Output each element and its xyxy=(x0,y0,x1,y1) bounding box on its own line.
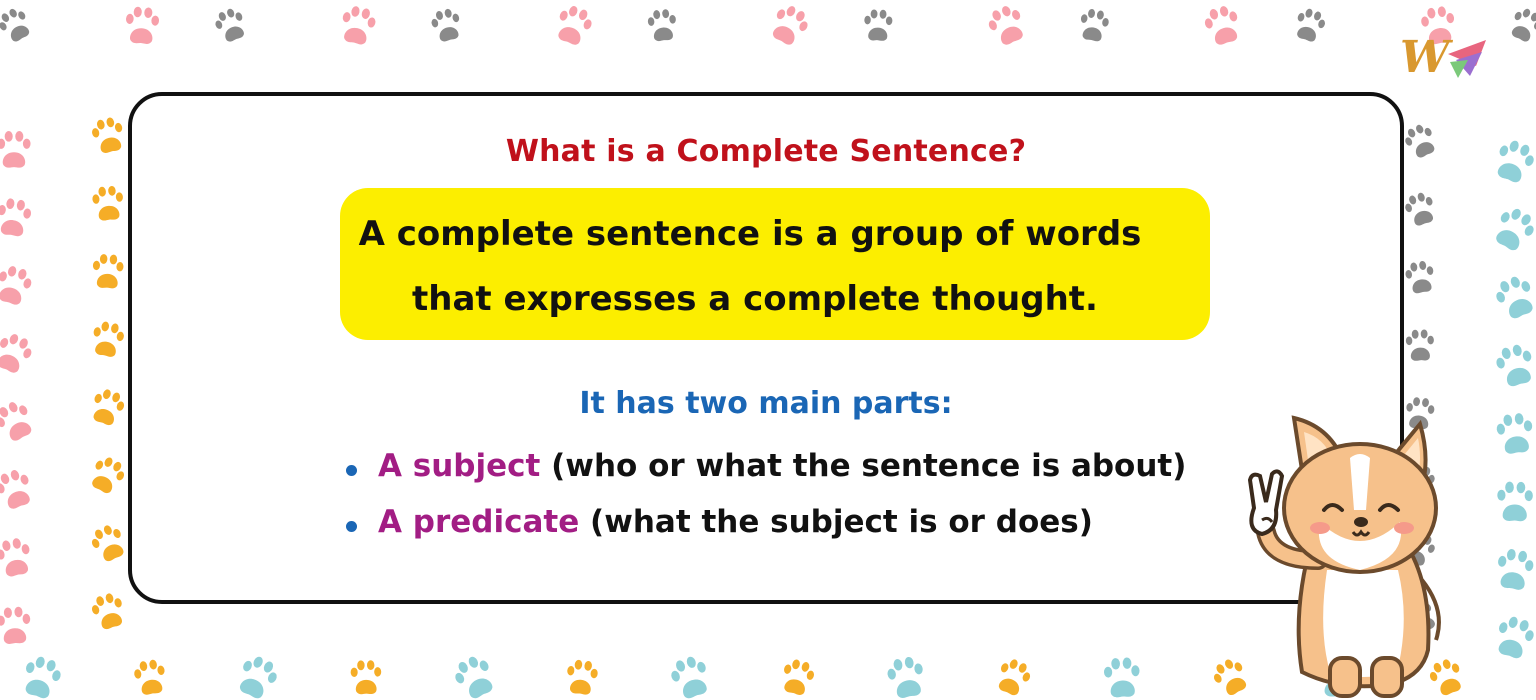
brand-logo: W xyxy=(1396,30,1494,88)
paw-print-icon xyxy=(342,6,376,45)
definition-line-2: that expresses a complete thought. xyxy=(412,279,1098,319)
paw-print-icon xyxy=(92,457,125,494)
paw-print-icon xyxy=(1496,276,1533,319)
page-title: What is a Complete Sentence? xyxy=(505,134,1027,169)
paw-print-icon xyxy=(0,266,32,305)
paw-print-icon xyxy=(91,593,122,630)
paw-print-icon xyxy=(998,659,1031,696)
logo-flag-icon xyxy=(1448,40,1486,78)
paw-print-icon xyxy=(0,8,30,42)
paw-print-icon xyxy=(0,470,30,509)
paw-print-icon xyxy=(0,198,32,237)
parts-list: A subject (who or what the sentence is a… xyxy=(346,448,1186,560)
paw-print-icon xyxy=(93,321,124,357)
corgi-mascot-icon xyxy=(1247,415,1441,698)
paw-print-icon xyxy=(1497,481,1533,522)
paw-print-icon xyxy=(92,185,123,221)
paw-print-icon xyxy=(0,606,31,644)
parts-heading: It has two main parts: xyxy=(579,386,953,421)
paw-print-icon xyxy=(1496,413,1533,454)
paw-print-icon xyxy=(1532,654,1536,700)
paw-print-icon xyxy=(1511,8,1536,42)
paw-print-icon xyxy=(1080,8,1109,42)
definition-line-1: A complete sentence is a group of words xyxy=(358,214,1142,254)
list-item: A predicate (what the subject is or does… xyxy=(346,504,1186,560)
paw-print-icon xyxy=(772,6,808,45)
bullet-icon xyxy=(346,521,357,532)
paw-print-icon xyxy=(1497,140,1534,183)
paw-print-icon xyxy=(1204,6,1238,45)
paw-print-icon xyxy=(1405,260,1434,294)
paw-print-icon xyxy=(558,6,592,45)
list-item: A subject (who or what the sentence is a… xyxy=(346,448,1186,504)
paw-print-icon xyxy=(126,6,160,44)
paw-print-icon xyxy=(1297,8,1325,42)
paw-print-icon xyxy=(784,659,814,696)
paw-print-icon xyxy=(239,656,277,699)
paw-print-icon xyxy=(1103,657,1140,698)
paw-print-icon xyxy=(134,659,165,695)
paw-print-icon xyxy=(431,8,460,42)
paw-print-icon xyxy=(1405,124,1435,158)
paw-print-icon xyxy=(887,656,923,698)
paw-print-icon xyxy=(671,656,707,699)
paw-print-icon xyxy=(567,659,598,695)
definition-highlight-box: A complete sentence is a group of words … xyxy=(340,188,1210,340)
paw-print-icon xyxy=(455,656,493,699)
paw-print-icon xyxy=(1496,344,1532,387)
part-term: A subject xyxy=(378,448,541,484)
part-description: (what the subject is or does) xyxy=(590,504,1093,540)
paw-print-icon xyxy=(0,334,32,373)
paw-print-icon xyxy=(1405,329,1434,361)
paw-print-icon xyxy=(91,525,124,562)
paw-print-icon xyxy=(1405,192,1434,226)
bullet-icon xyxy=(346,465,357,476)
paw-print-icon xyxy=(1498,616,1534,659)
paw-print-icon xyxy=(92,254,124,289)
paw-print-icon xyxy=(350,660,382,695)
paw-print-icon xyxy=(25,656,61,699)
paw-print-icon xyxy=(1496,208,1534,251)
paw-print-icon xyxy=(988,6,1023,45)
part-term: A predicate xyxy=(378,504,580,540)
paw-print-icon xyxy=(864,9,893,41)
paw-print-icon xyxy=(0,402,32,441)
definition-card: What is a Complete Sentence? A complete … xyxy=(128,92,1404,604)
paw-print-icon xyxy=(0,131,31,168)
paw-print-icon xyxy=(92,117,123,153)
paw-print-icon xyxy=(93,389,125,426)
paw-print-icon xyxy=(1498,549,1534,590)
part-description: (who or what the sentence is about) xyxy=(551,448,1187,484)
paw-print-icon xyxy=(0,538,30,577)
paw-print-icon xyxy=(215,8,244,42)
paw-print-icon xyxy=(647,9,676,42)
